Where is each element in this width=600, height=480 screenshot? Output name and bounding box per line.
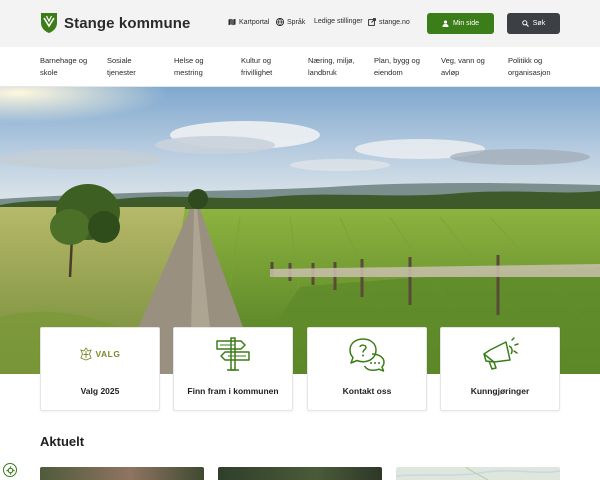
utility-link-label: Ledige stillinger bbox=[314, 18, 363, 25]
user-icon bbox=[442, 20, 449, 27]
card-kontakt-oss[interactable]: Kontakt oss bbox=[307, 327, 427, 411]
nav-item-sosiale-tjenester[interactable]: Sosiale tjenester bbox=[107, 55, 169, 79]
nav-item-plan-bygg-og-eiendom[interactable]: Plan, bygg og eiendom bbox=[374, 55, 436, 79]
min-side-button[interactable]: Min side bbox=[427, 13, 494, 34]
news-card-map-image[interactable] bbox=[396, 467, 560, 480]
megaphone-icon bbox=[483, 337, 519, 370]
gear-icon bbox=[5, 465, 15, 475]
news-card-image[interactable] bbox=[40, 467, 204, 480]
map-icon bbox=[228, 18, 236, 26]
utility-link-stange-no[interactable]: stange.no bbox=[368, 18, 410, 26]
nav-item-kultur-og-frivillighet[interactable]: Kultur og frivillighet bbox=[241, 55, 303, 79]
card-label: Finn fram i kommunen bbox=[187, 386, 279, 396]
search-icon bbox=[521, 20, 529, 27]
utility-link-ledige-stillinger[interactable]: Ledige stillinger bbox=[314, 18, 363, 25]
nav-item-veg-vann-og-avlop[interactable]: Veg, vann og avløp bbox=[441, 55, 503, 79]
site-logo[interactable]: Stange kommune bbox=[40, 12, 190, 34]
search-label: Søk bbox=[532, 20, 546, 27]
nav-item-naering-miljo-landbruk[interactable]: Næring, miljø, landbruk bbox=[308, 55, 370, 79]
min-side-label: Min side bbox=[452, 20, 480, 27]
utility-link-kartportal[interactable]: Kartportal bbox=[228, 18, 269, 26]
main-navigation: Barnehage og skole Sosiale tjenester Helse… bbox=[0, 47, 600, 87]
card-label: Kontakt oss bbox=[342, 386, 392, 396]
news-card-image[interactable] bbox=[218, 467, 382, 480]
utility-link-label: Språk bbox=[287, 18, 306, 26]
card-valg-2025[interactable]: VALG Valg 2025 bbox=[40, 327, 160, 411]
nav-item-barnehage-og-skole[interactable]: Barnehage og skole bbox=[40, 55, 102, 79]
site-name: Stange kommune bbox=[64, 14, 191, 32]
nav-item-helse-og-mestring[interactable]: Helse og mestring bbox=[174, 55, 236, 79]
external-link-icon bbox=[368, 18, 376, 26]
card-label: Valg 2025 bbox=[80, 386, 120, 396]
utility-link-label: stange.no bbox=[379, 18, 410, 26]
search-button[interactable]: Søk bbox=[507, 13, 560, 34]
cookie-settings-button[interactable] bbox=[3, 463, 17, 477]
shield-logo-icon bbox=[41, 13, 57, 33]
valg-logo-text: VALG bbox=[95, 349, 121, 359]
signpost-icon bbox=[216, 337, 250, 371]
site-header: Stange kommune Kartportal Språk Ledige s… bbox=[0, 0, 600, 47]
utility-link-label: Kartportal bbox=[239, 18, 270, 26]
valg-crest-icon bbox=[79, 347, 92, 361]
map-thumbnail bbox=[396, 467, 560, 480]
nav-item-politikk-og-organisasjon[interactable]: Politikk og organisasjon bbox=[508, 55, 570, 79]
valg-logo-icon: VALG bbox=[79, 347, 121, 361]
card-kunngjoringer[interactable]: Kunngjøringer bbox=[440, 327, 560, 411]
globe-icon bbox=[276, 18, 284, 26]
section-title-aktuelt: Aktuelt bbox=[40, 434, 85, 449]
card-finn-fram[interactable]: Finn fram i kommunen bbox=[173, 327, 293, 411]
chat-bubbles-icon bbox=[349, 338, 385, 372]
utility-link-sprak[interactable]: Språk bbox=[276, 18, 305, 26]
card-label: Kunngjøringer bbox=[470, 386, 530, 396]
